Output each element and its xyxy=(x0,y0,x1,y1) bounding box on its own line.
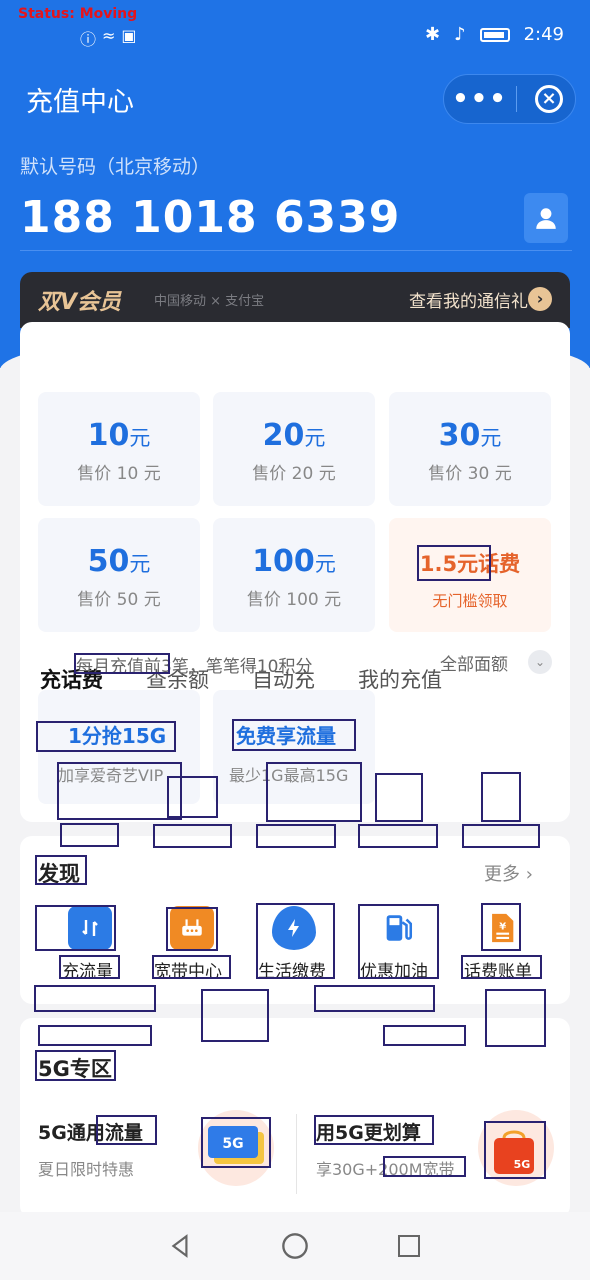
annotation-box xyxy=(152,955,231,979)
annotation-box xyxy=(383,1156,466,1177)
status-right: ✱ ♪ 2:49 xyxy=(425,24,564,45)
annotation-box xyxy=(266,762,362,822)
annotation-box xyxy=(60,823,119,847)
annotation-box xyxy=(481,772,521,822)
vip-partners: 中国移动 × 支付宝 xyxy=(154,294,265,309)
recharge-amount: 50元 xyxy=(87,544,151,579)
annotation-box xyxy=(314,985,435,1012)
annotation-box xyxy=(484,1121,546,1179)
more-menu-button[interactable]: ••• xyxy=(444,84,516,114)
annotation-box xyxy=(462,824,540,848)
annotation-box xyxy=(74,653,170,674)
recharge-option-10[interactable]: 10元 售价 10 元 xyxy=(38,392,200,506)
annotation-box xyxy=(201,989,269,1042)
vip-logo: 双V会员 xyxy=(38,290,122,315)
annotation-box xyxy=(57,762,182,820)
recharge-amount: 30元 xyxy=(438,418,502,453)
annotation-box xyxy=(35,1050,116,1081)
default-number-label: 默认号码（北京移动） xyxy=(20,156,211,178)
annotation-box xyxy=(461,955,542,979)
recharge-option-30[interactable]: 30元 售价 30 元 xyxy=(389,392,551,506)
annotation-box xyxy=(35,855,87,885)
phone-number-input[interactable]: 188 1018 6339 xyxy=(20,192,400,243)
annotation-box xyxy=(256,824,336,848)
wifi-icon: ≈ xyxy=(102,26,116,45)
all-amounts-link[interactable]: 全部面额 xyxy=(440,650,508,675)
annotation-box xyxy=(96,1115,157,1145)
discover-more-link[interactable]: 更多 › xyxy=(484,860,533,886)
annotation-box xyxy=(167,776,218,818)
annotation-box xyxy=(201,1117,271,1168)
battery-icon xyxy=(479,27,510,42)
system-nav-bar xyxy=(0,1212,590,1280)
recharge-option-50[interactable]: 50元 售价 50 元 xyxy=(38,518,200,632)
chevron-right-icon[interactable]: › xyxy=(528,287,552,311)
more-label: 更多 xyxy=(484,864,520,885)
vip-banner[interactable]: 双V会员 中国移动 × 支付宝 查看我的通信礼 › xyxy=(20,272,570,328)
header-divider xyxy=(20,250,572,251)
annotation-box xyxy=(417,545,491,581)
recharge-price: 售价 20 元 xyxy=(252,464,336,484)
recharge-option-100[interactable]: 100元 售价 100 元 xyxy=(213,518,375,632)
annotation-box xyxy=(34,985,156,1012)
annotation-box xyxy=(38,1025,152,1046)
alert-icon: ⓘ xyxy=(80,30,97,49)
annotation-box xyxy=(232,719,356,751)
capsule-divider xyxy=(516,86,517,112)
recharge-amount: 20元 xyxy=(262,418,326,453)
page-title: 充值中心 xyxy=(26,87,134,118)
recharge-price: 售价 100 元 xyxy=(246,590,342,610)
status-debug-text: Status: Moving xyxy=(18,6,138,22)
vip-gift-link[interactable]: 查看我的通信礼 xyxy=(409,287,528,312)
mute-bell-icon: ♪ xyxy=(454,24,466,45)
recharge-price: 售价 50 元 xyxy=(77,590,161,610)
annotation-box xyxy=(166,907,218,951)
recharge-amount: 100元 xyxy=(252,544,336,579)
annotation-box xyxy=(35,905,116,951)
video-icon: ▣ xyxy=(121,26,137,45)
recharge-price: 售价 10 元 xyxy=(77,464,161,484)
chevron-right-icon: › xyxy=(525,864,533,885)
recharge-amount: 10元 xyxy=(87,418,151,453)
annotation-box xyxy=(358,824,438,848)
annotation-box xyxy=(485,989,546,1047)
back-icon[interactable] xyxy=(163,1228,199,1264)
zone-5g-divider xyxy=(296,1114,297,1194)
tab-my-recharge[interactable]: 我的充值 xyxy=(358,664,442,694)
contacts-button[interactable] xyxy=(524,193,568,243)
annotation-box xyxy=(59,955,120,979)
bluetooth-icon: ✱ xyxy=(424,24,441,45)
annotation-box xyxy=(36,721,176,752)
contact-person-icon xyxy=(536,208,556,229)
status-bar: Status: Moving ⓘ ≈ ▣ ✱ ♪ 2:49 xyxy=(0,0,590,58)
annotation-box xyxy=(481,903,521,951)
recharge-price: 售价 30 元 xyxy=(428,464,512,484)
close-icon[interactable]: × xyxy=(535,85,563,113)
mini-program-capsule: ••• × xyxy=(443,74,576,124)
annotation-box xyxy=(383,1025,466,1046)
status-left-icons: ⓘ ≈ ▣ xyxy=(80,26,137,50)
promo-subtitle: 无门槛领取 xyxy=(432,592,508,610)
clock-time: 2:49 xyxy=(523,24,564,45)
annotation-box xyxy=(153,824,232,848)
chevron-down-icon[interactable]: ⌄ xyxy=(528,650,552,674)
home-icon[interactable] xyxy=(277,1228,313,1264)
annotation-box xyxy=(256,903,335,979)
annotation-box xyxy=(375,773,423,822)
annotation-box xyxy=(358,904,439,979)
annotation-box xyxy=(314,1115,434,1145)
recents-icon[interactable] xyxy=(391,1228,427,1264)
recharge-option-20[interactable]: 20元 售价 20 元 xyxy=(213,392,375,506)
zone-5g-item-subtitle: 夏日限时特惠 xyxy=(38,1160,135,1179)
